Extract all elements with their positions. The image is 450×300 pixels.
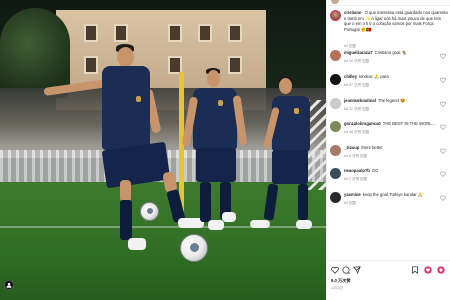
comment-meta: 6d 2 次赞 回复	[344, 177, 368, 181]
post-caption: cristiano O que interessa está guardado …	[330, 10, 449, 50]
comment-username[interactable]: yasmine	[344, 192, 361, 197]
comment-meta: 6d 8 次赞 回复	[344, 154, 368, 158]
heart-filled-icon[interactable]	[424, 266, 432, 274]
player-shoe	[222, 212, 236, 222]
avatar[interactable]	[330, 168, 341, 179]
comment-icon[interactable]	[342, 266, 350, 274]
comment-item: yasmine keep the goal Türkiye kandar 🙏 6d …	[330, 192, 449, 214]
comment-username[interactable]: gonzalobraganca0	[344, 121, 381, 126]
avatar[interactable]	[330, 145, 341, 156]
comment-item: _zizuup there better 6d 8 次赞 回复	[330, 145, 449, 167]
player-shoe	[296, 220, 312, 229]
comment-text: The legend 😍	[377, 98, 406, 103]
comment-text: GO	[371, 168, 379, 173]
comment-username[interactable]: miguelzaraza7	[344, 50, 373, 55]
post-date: 12月4日	[331, 286, 344, 290]
player-shorts	[196, 148, 236, 182]
post-photo[interactable]	[0, 0, 326, 300]
photo-trees	[0, 8, 70, 98]
heart-icon[interactable]	[440, 101, 446, 107]
building-window	[228, 56, 242, 74]
pitch-line	[0, 226, 326, 228]
avatar[interactable]	[330, 192, 341, 203]
comment-username[interactable]: chilley	[344, 74, 357, 79]
player-sock	[120, 200, 132, 240]
heart-icon[interactable]	[440, 171, 446, 177]
player-shirt	[102, 66, 150, 150]
comment-text: Cristiano goat 🐐	[374, 50, 407, 55]
header-avatar[interactable]	[331, 0, 339, 4]
photo-pitch	[0, 182, 326, 300]
avatar[interactable]	[330, 74, 341, 85]
player-head	[279, 78, 292, 94]
comment-meta: 6d 回复	[344, 201, 357, 205]
player-shirt	[193, 88, 237, 150]
avatar[interactable]	[330, 121, 341, 132]
avatar[interactable]	[330, 10, 341, 21]
comment-item: gonzalobraganca0 THE BEST IN THE WORLD 🏆 6…	[330, 121, 449, 143]
heart-icon[interactable]	[440, 195, 446, 201]
caption-meta: 6d 回复	[344, 44, 357, 48]
crest-icon	[136, 96, 141, 102]
bookmark-icon[interactable]	[411, 266, 419, 274]
building-window	[84, 56, 98, 74]
comment-item: miguelzaraza7 Cristiano goat 🐐 6d 90 次赞 回复	[330, 50, 449, 72]
comment-text: londrac 🙏 para	[359, 74, 389, 79]
building-window	[84, 24, 98, 42]
crest-icon	[218, 100, 223, 106]
comment-username[interactable]: jeanmarknatinal	[344, 98, 376, 103]
comment-username[interactable]: _zizuup	[344, 145, 359, 150]
comment-meta: 6d 58 次赞 回复	[344, 130, 370, 134]
player-head	[117, 47, 134, 67]
comment-text: there better	[361, 145, 383, 150]
heart-icon[interactable]	[331, 266, 339, 274]
comment-meta: 6d 32 次赞 回复	[344, 107, 370, 111]
avatar[interactable]	[330, 50, 341, 61]
player-shorts	[272, 150, 308, 184]
comment-item: neaopaulp7b GO 6d 2 次赞 回复	[330, 168, 449, 190]
comment-text: THE BEST IN THE WORLD 🏆	[382, 121, 436, 126]
comment-meta: 6d 87 次赞 回复	[344, 83, 370, 87]
panel-header	[327, 0, 450, 6]
player-leg	[120, 180, 131, 202]
comments-panel: cristiano O que interessa está guardado …	[326, 0, 450, 300]
heart-icon[interactable]	[440, 148, 446, 154]
comment-item: chilley londrac 🙏 para 6d 87 次赞 回复	[330, 74, 449, 96]
comment-text: keep the goal Türkiye kandar 🙏	[362, 192, 424, 197]
building-window	[228, 24, 242, 42]
like-count[interactable]: 9,0 万次赞	[331, 278, 351, 284]
player-shoe	[250, 220, 270, 228]
building-window	[114, 24, 128, 42]
comment-meta: 6d 90 次赞 回复	[344, 59, 370, 63]
building-window	[198, 24, 212, 42]
caption-username[interactable]: cristiano	[344, 10, 361, 15]
player-shoe	[208, 220, 224, 230]
player-head	[207, 70, 220, 87]
crest-icon	[294, 108, 299, 114]
player-sock	[200, 182, 211, 222]
reaction-icon[interactable]	[437, 266, 445, 274]
share-icon[interactable]	[353, 266, 361, 274]
heart-icon[interactable]	[440, 77, 446, 83]
action-bar: 9,0 万次赞 12月4日	[327, 260, 450, 300]
building-window	[168, 24, 182, 42]
person-tag-icon[interactable]	[4, 280, 14, 290]
player-shoe	[128, 238, 146, 250]
player-sock	[298, 184, 308, 220]
heart-icon[interactable]	[440, 53, 446, 59]
football	[140, 202, 159, 221]
avatar[interactable]	[330, 98, 341, 109]
comment-username[interactable]: neaopaulp7b	[344, 168, 370, 173]
player-shirt	[272, 96, 310, 152]
football	[180, 234, 208, 262]
comment-item: jeanmarknatinal The legend 😍 6d 32 次赞 回复	[330, 98, 449, 120]
heart-icon[interactable]	[440, 124, 446, 130]
